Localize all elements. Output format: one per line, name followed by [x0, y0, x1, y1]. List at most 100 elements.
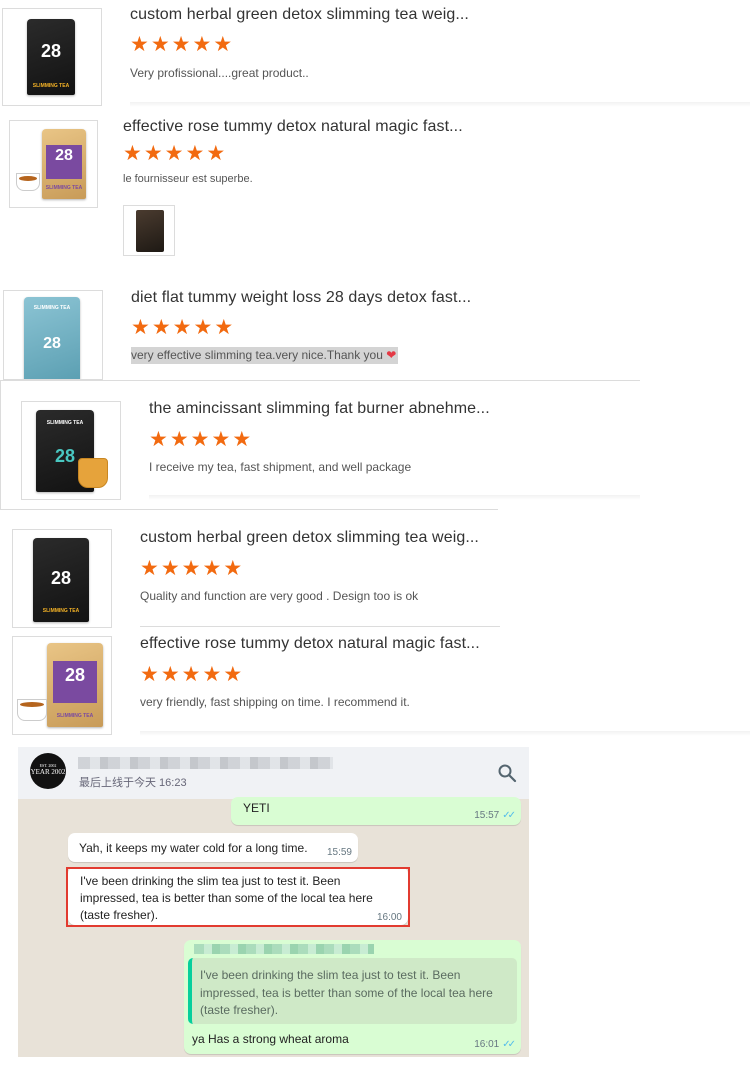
star-icon: ★	[232, 428, 254, 451]
bag-label: SLIMMING TEA	[45, 185, 83, 191]
star-icon: ★	[193, 316, 215, 339]
message-time: 16:01 ✓✓	[474, 1039, 516, 1050]
message-bubble-outgoing[interactable]: YETI 15:57 ✓✓	[231, 797, 521, 825]
star-icon: ★	[206, 142, 228, 165]
product-thumbnail[interactable]: 28 SLIMMING TEA	[2, 8, 102, 106]
product-title[interactable]: custom herbal green detox slimming tea w…	[130, 6, 469, 24]
star-icon: ★	[140, 557, 161, 580]
message-time: 15:59	[326, 847, 352, 858]
product-title[interactable]: diet flat tummy weight loss 28 days deto…	[131, 289, 471, 307]
star-icon: ★	[223, 663, 245, 686]
star-icon: ★	[164, 142, 186, 165]
quoted-text: I've been drinking the slim tea just to …	[200, 968, 493, 1017]
star-icon: ★	[202, 557, 224, 580]
product-thumbnail[interactable]: 28 SLIMMING TEA	[12, 529, 112, 628]
bag-number: 28	[50, 568, 72, 588]
review-comment: very friendly, fast shipping on time. I …	[140, 695, 410, 709]
blurred-quote-author	[194, 944, 374, 954]
star-icon: ★	[211, 428, 233, 451]
tea-bag-image: SLIMMING TEA 28	[24, 297, 80, 379]
review-comment-highlighted: very effective slimming tea.very nice.Th…	[131, 347, 399, 364]
bag-number: 28	[55, 147, 73, 164]
product-title[interactable]: the amincissant slimming fat burner abne…	[149, 400, 490, 418]
divider	[130, 102, 750, 107]
star-icon: ★	[151, 316, 173, 339]
product-title[interactable]: effective rose tummy detox natural magic…	[123, 118, 463, 136]
avatar-text: YEAR 2002	[30, 768, 66, 776]
time-text: 16:01	[474, 1039, 500, 1050]
star-icon: ★	[160, 663, 182, 686]
star-icon: ★	[202, 663, 224, 686]
bag-label: SLIMMING TEA	[46, 420, 84, 426]
product-thumbnail[interactable]: SLIMMING TEA 28	[21, 401, 121, 500]
bag-number: 28	[43, 335, 61, 352]
divider	[149, 495, 640, 500]
bag-label: SLIMMING TEA	[56, 713, 94, 719]
highlight-box	[66, 867, 410, 927]
search-icon[interactable]	[497, 763, 517, 783]
star-icon: ★	[150, 33, 172, 56]
star-icon: ★	[171, 33, 193, 56]
message-text: Yah, it keeps my water cold for a long t…	[79, 841, 308, 855]
tea-cup-image	[16, 173, 40, 191]
star-rating: ★★★★★	[140, 664, 244, 685]
star-icon: ★	[131, 316, 152, 339]
star-icon: ★	[223, 557, 245, 580]
message-text: ya Has a strong wheat aroma	[192, 1032, 349, 1046]
star-icon: ★	[143, 142, 165, 165]
bag-label: SLIMMING TEA	[42, 608, 80, 614]
star-icon: ★	[149, 428, 170, 451]
bag-number: 28	[64, 665, 86, 685]
message-bubble-outgoing[interactable]: I've been drinking the slim tea just to …	[184, 940, 521, 1054]
star-icon: ★	[213, 33, 235, 56]
divider	[140, 731, 750, 736]
star-icon: ★	[192, 33, 214, 56]
quoted-message[interactable]: I've been drinking the slim tea just to …	[188, 958, 517, 1024]
time-text: 15:57	[474, 810, 500, 821]
divider	[140, 626, 500, 627]
bag-label: SLIMMING TEA	[32, 83, 70, 89]
read-ticks-icon: ✓✓	[502, 810, 516, 821]
product-thumbnail[interactable]: SLIMMING TEA 28	[3, 290, 103, 380]
chat-header: EST. 2002 YEAR 2002 最后上线于今天 16:23	[18, 747, 529, 799]
tea-bag-image: 28 SLIMMING TEA	[42, 129, 86, 199]
tea-bag-image: 28 SLIMMING TEA	[33, 538, 89, 622]
star-icon: ★	[185, 142, 207, 165]
star-icon: ★	[130, 33, 151, 56]
photo-image	[136, 210, 164, 252]
read-ticks-icon: ✓✓	[502, 1039, 516, 1050]
tea-bag-image: 28 SLIMMING TEA	[47, 643, 103, 727]
divider	[0, 509, 498, 510]
blurred-contact-name	[78, 757, 333, 769]
contact-avatar[interactable]: EST. 2002 YEAR 2002	[30, 753, 66, 789]
message-bubble-incoming[interactable]: Yah, it keeps my water cold for a long t…	[68, 833, 358, 862]
last-seen-status: 最后上线于今天 16:23	[79, 777, 187, 789]
star-icon: ★	[169, 428, 191, 451]
star-icon: ★	[123, 142, 144, 165]
star-rating: ★★★★★	[130, 34, 234, 55]
tea-glass-image	[78, 458, 108, 488]
star-rating: ★★★★★	[140, 558, 244, 579]
message-text: YETI	[243, 801, 270, 815]
product-thumbnail[interactable]: 28 SLIMMING TEA	[9, 120, 98, 208]
star-rating: ★★★★★	[131, 317, 235, 338]
review-comment: Very profissional....great product..	[130, 66, 309, 80]
chat-screenshot: EST. 2002 YEAR 2002 最后上线于今天 16:23 YETI 1…	[18, 747, 529, 1057]
product-thumbnail[interactable]: 28 SLIMMING TEA	[12, 636, 112, 735]
divider	[0, 380, 640, 381]
star-rating: ★★★★★	[123, 143, 227, 164]
message-time: 15:57 ✓✓	[474, 810, 516, 821]
review-comment: le fournisseur est superbe.	[123, 173, 253, 185]
review-comment: Quality and function are very good . Des…	[140, 589, 419, 603]
star-icon: ★	[214, 316, 236, 339]
star-icon: ★	[172, 316, 194, 339]
star-icon: ★	[140, 663, 161, 686]
tea-cup-image	[17, 699, 47, 721]
product-title[interactable]: custom herbal green detox slimming tea w…	[140, 529, 479, 547]
product-title[interactable]: effective rose tummy detox natural magic…	[140, 635, 480, 653]
star-icon: ★	[160, 557, 182, 580]
bag-label: SLIMMING TEA	[33, 305, 71, 311]
star-rating: ★★★★★	[149, 429, 253, 450]
review-photo[interactable]	[123, 205, 175, 256]
star-icon: ★	[181, 663, 203, 686]
